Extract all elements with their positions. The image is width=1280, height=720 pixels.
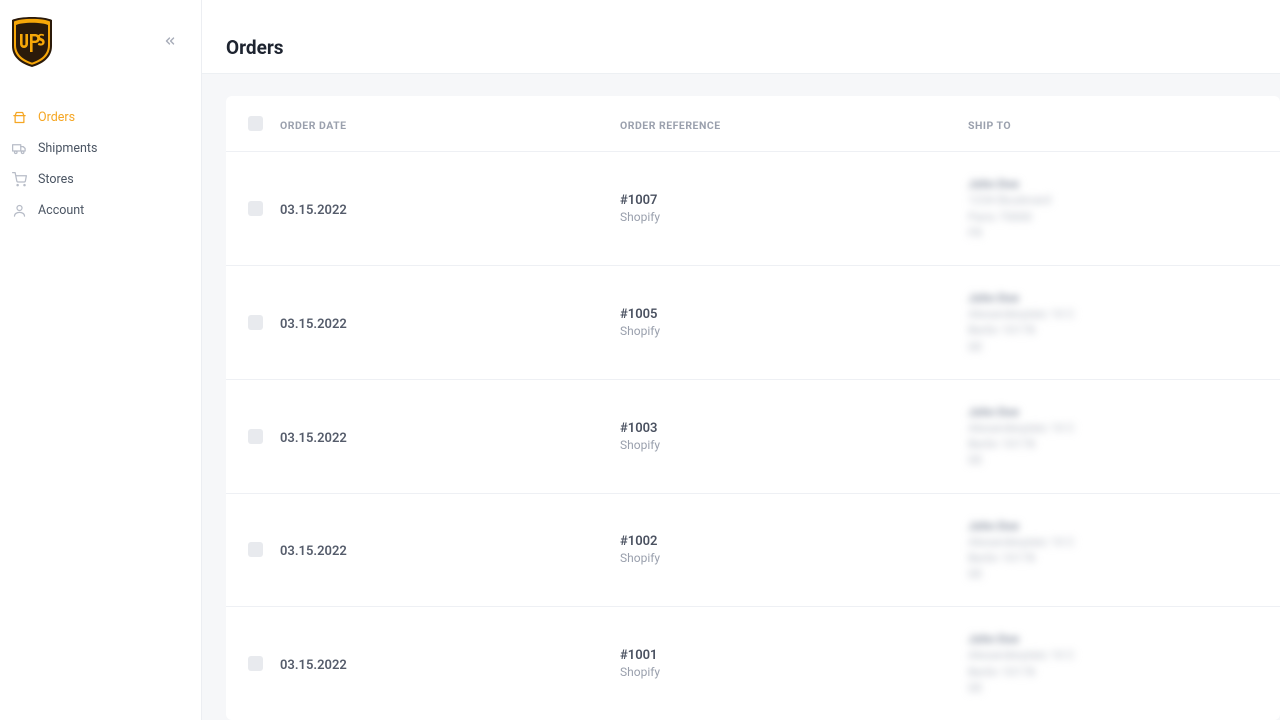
order-date: 03.15.2022	[280, 203, 347, 218]
orders-icon	[12, 110, 34, 125]
table-row[interactable]: 03.15.2022 #1001 Shopify John Doe Alexan…	[226, 607, 1280, 720]
order-source: Shopify	[620, 438, 968, 452]
order-date: 03.15.2022	[280, 544, 347, 559]
table-header-row: Order Date Order Reference Ship To	[226, 96, 1280, 152]
sidebar-item-label: Orders	[38, 110, 75, 125]
sidebar-item-label: Shipments	[38, 141, 97, 156]
sidebar-nav: Orders Shipments Stores	[0, 92, 201, 226]
order-date: 03.15.2022	[280, 658, 347, 673]
ups-logo-icon	[10, 14, 54, 68]
table-row[interactable]: 03.15.2022 #1007 Shopify John Doe 1234 B…	[226, 152, 1280, 266]
col-header-ref: Order Reference	[620, 119, 721, 132]
order-reference: #1007	[620, 193, 968, 208]
select-all-checkbox[interactable]	[248, 116, 263, 131]
chevrons-left-icon	[163, 34, 177, 48]
sidebar-item-stores[interactable]: Stores	[0, 164, 201, 195]
ship-to-redacted: John Doe Alexanderplatz 10 C Berlin 1017…	[968, 631, 1280, 696]
sidebar-item-shipments[interactable]: Shipments	[0, 133, 201, 164]
sidebar-item-orders[interactable]: Orders	[0, 102, 201, 133]
order-reference: #1001	[620, 648, 968, 663]
order-reference: #1003	[620, 421, 968, 436]
sidebar-item-label: Account	[38, 203, 84, 218]
page-header: Orders	[202, 26, 1280, 74]
order-source: Shopify	[620, 551, 968, 565]
table-row[interactable]: 03.15.2022 #1005 Shopify John Doe Alexan…	[226, 266, 1280, 380]
order-source: Shopify	[620, 210, 968, 224]
main-content: Orders Order Date Order Reference Ship T…	[202, 0, 1280, 720]
row-checkbox[interactable]	[248, 542, 263, 557]
row-checkbox[interactable]	[248, 315, 263, 330]
orders-table: Order Date Order Reference Ship To 03.15…	[226, 96, 1280, 720]
col-header-date: Order Date	[280, 119, 347, 132]
order-reference: #1002	[620, 534, 968, 549]
page-title: Orders	[226, 36, 1256, 59]
table-row[interactable]: 03.15.2022 #1002 Shopify John Doe Alexan…	[226, 494, 1280, 608]
ship-to-redacted: John Doe Alexanderplatz 10 C Berlin 1017…	[968, 404, 1280, 469]
col-header-ship: Ship To	[968, 119, 1011, 132]
order-reference: #1005	[620, 307, 968, 322]
stores-icon	[12, 172, 34, 187]
ship-to-redacted: John Doe 1234 Boulevard Paris 75000 FR	[968, 176, 1280, 241]
account-icon	[12, 203, 34, 218]
order-date: 03.15.2022	[280, 317, 347, 332]
order-date: 03.15.2022	[280, 431, 347, 446]
collapse-sidebar-button[interactable]	[161, 32, 179, 50]
row-checkbox[interactable]	[248, 429, 263, 444]
sidebar-item-label: Stores	[38, 172, 74, 187]
ship-to-redacted: John Doe Alexanderplatz 10 C Berlin 1017…	[968, 290, 1280, 355]
row-checkbox[interactable]	[248, 201, 263, 216]
topbar	[202, 0, 1280, 26]
row-checkbox[interactable]	[248, 656, 263, 671]
ship-to-redacted: John Doe Alexanderplatz 10 C Berlin 1017…	[968, 518, 1280, 583]
shipments-icon	[12, 141, 34, 156]
sidebar-item-account[interactable]: Account	[0, 195, 201, 226]
order-source: Shopify	[620, 324, 968, 338]
table-row[interactable]: 03.15.2022 #1003 Shopify John Doe Alexan…	[226, 380, 1280, 494]
sidebar: Orders Shipments Stores	[0, 0, 202, 720]
order-source: Shopify	[620, 665, 968, 679]
